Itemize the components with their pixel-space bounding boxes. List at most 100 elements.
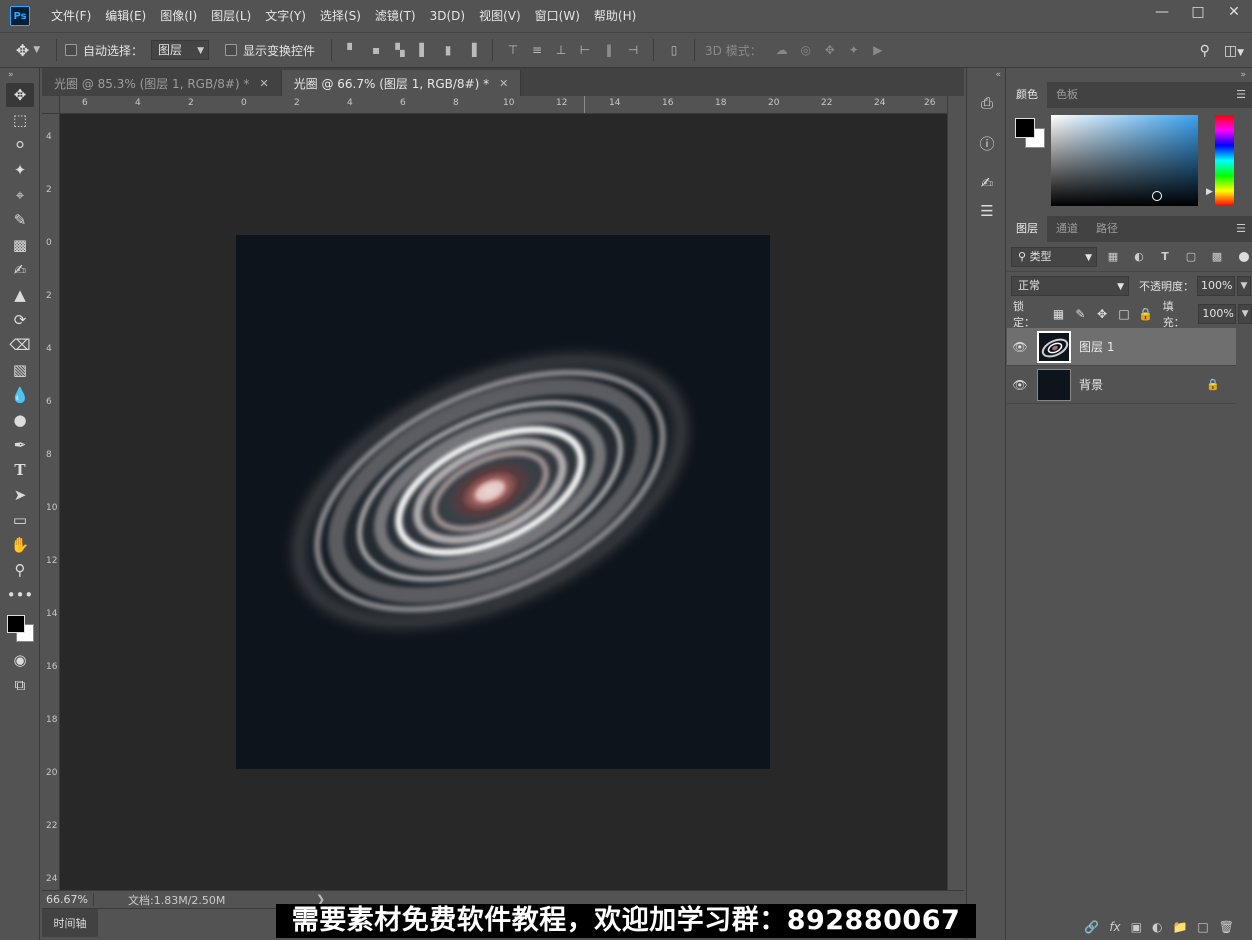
- panel-menu-icon[interactable]: ☰: [1236, 88, 1246, 101]
- align-hcenter-icon[interactable]: ▮: [441, 43, 455, 57]
- lock-pixels-icon[interactable]: ✎: [1070, 307, 1092, 321]
- layer-name[interactable]: 图层 1: [1079, 338, 1114, 355]
- 3d-orbit-icon[interactable]: ☁: [775, 43, 789, 57]
- fill-input[interactable]: 100%: [1198, 304, 1237, 324]
- lock-artboard-icon[interactable]: □: [1113, 307, 1135, 321]
- menu-file[interactable]: 文件(F): [44, 0, 98, 32]
- distribute-left-icon[interactable]: ⊢: [578, 43, 592, 57]
- menu-image[interactable]: 图像(I): [153, 0, 204, 32]
- menu-edit[interactable]: 编辑(E): [98, 0, 153, 32]
- distribute-top-icon[interactable]: ⊤: [506, 43, 520, 57]
- zoom-level[interactable]: 66.67%: [42, 893, 94, 906]
- distribute-bottom-icon[interactable]: ⊥: [554, 43, 568, 57]
- foreground-color-swatch[interactable]: [1015, 118, 1035, 138]
- menu-3d[interactable]: 3D(D): [423, 0, 472, 32]
- shape-tool-icon[interactable]: ▭: [6, 508, 34, 532]
- collapse-panels-icon[interactable]: «: [967, 68, 1005, 82]
- align-left-icon[interactable]: ▌: [417, 43, 431, 57]
- distribute-right-icon[interactable]: ⊣: [626, 43, 640, 57]
- trash-icon[interactable]: 🗑: [1219, 920, 1234, 934]
- menu-window[interactable]: 窗口(W): [528, 0, 587, 32]
- layer-row[interactable]: 👁 背景 🔒: [1007, 366, 1236, 404]
- fx-icon[interactable]: fx: [1109, 920, 1120, 934]
- folder-icon[interactable]: 📁: [1172, 920, 1187, 934]
- type-filter-icon[interactable]: T: [1155, 250, 1175, 263]
- brush-settings-icon[interactable]: ✍: [967, 170, 1007, 196]
- healing-brush-tool-icon[interactable]: ▩: [6, 233, 34, 257]
- dodge-tool-icon[interactable]: ●: [6, 408, 34, 432]
- history-brush-tool-icon[interactable]: ⟳: [6, 308, 34, 332]
- hand-tool-icon[interactable]: ✋: [6, 533, 34, 557]
- 3d-pan-icon[interactable]: ✥: [823, 43, 837, 57]
- lasso-tool-icon[interactable]: ⚪: [6, 133, 34, 157]
- tab-color[interactable]: 颜色: [1007, 82, 1047, 108]
- brush-tool-icon[interactable]: ✍: [6, 258, 34, 282]
- tab-document-1[interactable]: 光圈 @ 85.3% (图层 1, RGB/8#) * ✕: [42, 70, 282, 96]
- history-panel-icon[interactable]: ⎙: [967, 90, 1007, 116]
- crop-tool-icon[interactable]: ⌖: [6, 183, 34, 207]
- mask-icon[interactable]: ▣: [1131, 920, 1142, 934]
- lock-icon[interactable]: 🔒: [1206, 378, 1220, 391]
- auto-align-icon[interactable]: ▯: [667, 43, 681, 57]
- eye-icon[interactable]: 👁: [1007, 340, 1033, 354]
- workspace-icon[interactable]: ◫▼: [1224, 43, 1244, 59]
- align-right-icon[interactable]: ▐: [465, 43, 479, 57]
- 3d-scale-icon[interactable]: ▶: [871, 43, 885, 57]
- tab-paths[interactable]: 路径: [1087, 216, 1127, 242]
- clone-stamp-tool-icon[interactable]: ▲: [6, 283, 34, 307]
- tab-swatches[interactable]: 色板: [1047, 82, 1087, 108]
- type-tool-icon[interactable]: T: [6, 458, 34, 482]
- path-selection-tool-icon[interactable]: ➤: [6, 483, 34, 507]
- move-tool-icon[interactable]: ✥: [6, 83, 34, 107]
- collapse-toolbar-icon[interactable]: »: [0, 68, 39, 82]
- info-panel-icon[interactable]: ⓘ: [967, 130, 1007, 156]
- canvas-workspace[interactable]: [60, 114, 947, 890]
- eyedropper-tool-icon[interactable]: ✎: [6, 208, 34, 232]
- screen-mode-icon[interactable]: ⧉: [6, 673, 34, 697]
- color-picker-cursor[interactable]: [1152, 191, 1162, 201]
- move-tool-preset-icon[interactable]: ✥ ▼: [8, 41, 48, 60]
- new-layer-icon[interactable]: □: [1197, 920, 1208, 934]
- adjustment-filter-icon[interactable]: ◐: [1129, 250, 1149, 263]
- gradient-tool-icon[interactable]: ▧: [6, 358, 34, 382]
- marquee-tool-icon[interactable]: ⬚: [6, 108, 34, 132]
- magic-wand-tool-icon[interactable]: ✦: [6, 158, 34, 182]
- more-tools-icon[interactable]: •••: [6, 583, 34, 607]
- eye-icon[interactable]: 👁: [1007, 378, 1033, 392]
- opacity-input[interactable]: 100%: [1197, 276, 1235, 296]
- menu-type[interactable]: 文字(Y): [258, 0, 313, 32]
- collapse-right-icon[interactable]: »: [1007, 68, 1252, 82]
- search-icon[interactable]: ⚲: [1200, 43, 1210, 59]
- distribute-vcenter-icon[interactable]: ≡: [530, 43, 544, 57]
- pixel-filter-icon[interactable]: ▦: [1103, 250, 1123, 263]
- tab-document-2[interactable]: 光圈 @ 66.7% (图层 1, RGB/8#) * ✕: [281, 70, 522, 96]
- show-transform-checkbox[interactable]: [225, 44, 238, 56]
- panel-menu-icon[interactable]: ☰: [1236, 222, 1246, 235]
- lock-transparency-icon[interactable]: ▦: [1048, 307, 1070, 321]
- menu-select[interactable]: 选择(S): [313, 0, 368, 32]
- menu-help[interactable]: 帮助(H): [587, 0, 643, 32]
- tab-timeline[interactable]: 时间轴: [42, 909, 98, 937]
- layer-kind-filter[interactable]: ⚲ 类型 ▼: [1011, 246, 1097, 267]
- vertical-scrollbar[interactable]: [947, 96, 964, 890]
- adjustment-icon[interactable]: ◐: [1152, 920, 1162, 934]
- properties-panel-icon[interactable]: ☰: [967, 198, 1007, 224]
- tab-layers[interactable]: 图层: [1007, 216, 1047, 242]
- menu-layer[interactable]: 图层(L): [204, 0, 258, 32]
- 3d-slide-icon[interactable]: ✦: [847, 43, 861, 57]
- menu-filter[interactable]: 滤镜(T): [368, 0, 423, 32]
- auto-select-target-select[interactable]: 图层 ▼: [151, 40, 210, 60]
- close-window-icon[interactable]: ✕: [1216, 0, 1252, 24]
- blend-mode-select[interactable]: 正常 ▼: [1011, 276, 1129, 296]
- fill-dropdown-icon[interactable]: ▼: [1238, 304, 1252, 324]
- align-vcenter-icon[interactable]: ▪: [369, 43, 383, 57]
- 3d-roll-icon[interactable]: ◎: [799, 43, 813, 57]
- opacity-dropdown-icon[interactable]: ▼: [1237, 276, 1251, 296]
- foreground-color-swatch[interactable]: [7, 615, 25, 633]
- menu-view[interactable]: 视图(V): [472, 0, 528, 32]
- tab-channels[interactable]: 通道: [1047, 216, 1087, 242]
- color-picker-field[interactable]: [1051, 115, 1198, 206]
- lock-all-icon[interactable]: 🔒: [1135, 307, 1157, 321]
- hue-slider[interactable]: [1215, 115, 1234, 206]
- color-swatches[interactable]: [6, 613, 36, 647]
